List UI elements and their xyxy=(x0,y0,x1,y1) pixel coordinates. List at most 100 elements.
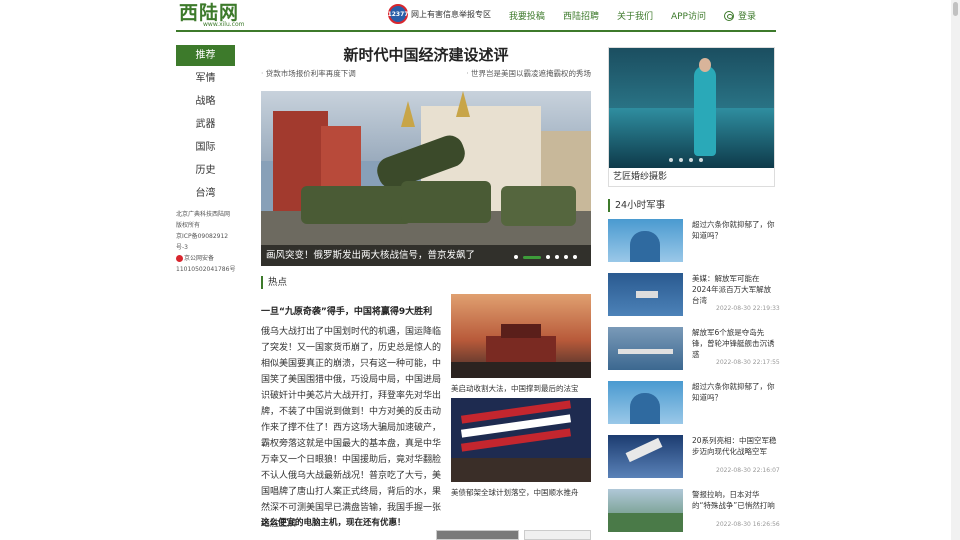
gate-roof-shape xyxy=(501,324,541,338)
right-column: 艺匠婚纱摄影 24小时军事 超过六条你就抑郁了，你知道吗？ 美媒：解放军可能在2… xyxy=(608,47,780,540)
login-label: 登录 xyxy=(737,12,756,22)
hero-image-vehicle xyxy=(501,186,576,226)
nav-app[interactable]: APP访问 xyxy=(671,9,706,22)
ship-shape xyxy=(636,291,658,298)
ground-shape xyxy=(451,362,591,378)
hero-image-spire xyxy=(456,91,470,117)
category-military[interactable]: 军情 xyxy=(176,68,235,89)
news-thumb xyxy=(608,489,683,532)
police-record-text: 京公网安备11010502041786号 xyxy=(176,255,236,273)
thumb-caption-1: 美启动收割大法，中国撑到最后的法宝 xyxy=(451,384,579,393)
hot-section-title: 热点 xyxy=(261,276,591,289)
slider-dot-active[interactable] xyxy=(523,255,541,259)
land-shape xyxy=(608,513,683,532)
news-title: 解放军6个旅是夺岛先锋，曾轮冲锋艇舰击沉诱惑 xyxy=(692,328,775,359)
ad-banner-caption: 艺匠婚纱摄影 xyxy=(613,172,668,182)
sublink-2[interactable]: 世界岂是美国以霸凌遮掩霸权的秀场 xyxy=(466,68,591,79)
copyright-info: 北京广典科技西陆网 版权所有 京ICP备09082912号-3 京公网安备110… xyxy=(176,209,236,275)
news-item[interactable]: 警报拉响，日本对华的“特殊战争”已悄然打响 2022-08-30 16:26:5… xyxy=(608,489,780,540)
category-strategy[interactable]: 战略 xyxy=(176,91,235,112)
slider-dot[interactable] xyxy=(546,255,550,259)
military-news-title: 24小时军事 xyxy=(608,199,775,212)
news-title: 20系列亮相：中国空军稳步迈向现代化战略空军 xyxy=(692,436,777,456)
news-thumb xyxy=(608,435,683,478)
logo-text: 西陆网 xyxy=(179,2,240,24)
article-body[interactable]: 俄乌大战打出了中国划时代的机遇，国运降临了突发！又一国家货币崩了，历史总是惊人的… xyxy=(261,324,443,532)
headline-sublinks: 贷款市场报价利率再度下调 世界岂是美国以霸凌遮掩霸权的秀场 xyxy=(261,68,591,79)
gate-shape xyxy=(486,336,556,362)
hero-image-vehicle xyxy=(401,181,491,223)
site-logo[interactable]: 西陆网 www.xilu.com xyxy=(179,2,245,28)
news-item[interactable]: 美媒：解放军可能在2024年派百万大军解放台湾 2022-08-30 22:19… xyxy=(608,273,780,327)
slider-dot[interactable] xyxy=(564,255,568,259)
article-ad-link[interactable]: 这么便宜的电脑主机，现在还有优惠！ xyxy=(261,516,406,528)
ad-banner-image xyxy=(609,48,774,168)
news-time: 2022-08-30 22:19:33 xyxy=(716,305,780,312)
headline-title[interactable]: 新时代中国经济建设述评 xyxy=(261,45,591,65)
banner-dot[interactable] xyxy=(669,158,673,162)
article-headline[interactable]: 一旦“九原奇袭”得手，中国将赢得9大胜利 xyxy=(261,304,432,317)
more-thumb-2[interactable] xyxy=(524,530,591,540)
hero-slider[interactable]: 画风突变！俄罗斯发出两大核战信号，普京发飙了 xyxy=(261,91,591,266)
site-header: 西陆网 www.xilu.com 12377 网上有害信息举报专区 我要投稿 西… xyxy=(176,0,776,32)
banner-dots xyxy=(669,158,709,162)
login-link[interactable]: 登录 xyxy=(723,9,756,22)
more-thumb-1[interactable] xyxy=(436,530,519,540)
scrollbar-thumb[interactable] xyxy=(953,2,958,16)
news-thumb xyxy=(608,327,683,370)
slider-dot[interactable] xyxy=(555,255,559,259)
news-title: 美媒：解放军可能在2024年派百万大军解放台湾 xyxy=(692,274,772,305)
nav-about[interactable]: 关于我们 xyxy=(617,9,653,22)
banner-dot[interactable] xyxy=(689,158,693,162)
jet-shape xyxy=(625,437,663,463)
report-badge-icon: 12377 xyxy=(388,4,408,24)
news-time: 2022-08-30 22:16:07 xyxy=(716,467,780,474)
ship-shape xyxy=(618,349,673,354)
figure-head-shape xyxy=(699,58,711,72)
thumb-card-1[interactable]: 美启动收割大法，中国撑到最后的法宝 xyxy=(451,294,591,394)
news-item[interactable]: 20系列亮相：中国空军稳步迈向现代化战略空军 2022-08-30 22:16:… xyxy=(608,435,780,489)
page-scrollbar[interactable] xyxy=(951,0,960,540)
news-thumb xyxy=(608,219,683,262)
logo-subtext: www.xilu.com xyxy=(203,21,245,28)
crowd-shape xyxy=(451,458,591,482)
ad-banner[interactable]: 艺匠婚纱摄影 xyxy=(608,47,775,187)
category-nav: 推荐 军情 战略 武器 国际 历史 台湾 xyxy=(176,45,235,206)
slider-dot[interactable] xyxy=(573,255,577,259)
slider-dot[interactable] xyxy=(514,255,518,259)
nav-submit[interactable]: 我要投稿 xyxy=(509,9,545,22)
report-zone-text: 网上有害信息举报专区 xyxy=(411,9,491,19)
news-time: 2022-08-30 22:17:55 xyxy=(716,359,780,366)
thumb-caption-2: 美债郁架全球计划落空，中国顺水推舟 xyxy=(451,488,579,497)
news-time: 2022-08-30 16:26:56 xyxy=(716,521,780,528)
banner-dot[interactable] xyxy=(699,158,703,162)
category-international[interactable]: 国际 xyxy=(176,137,235,158)
main-content: 新时代中国经济建设述评 贷款市场报价利率再度下调 世界岂是美国以霸凌遮掩霸权的秀… xyxy=(261,45,591,540)
figure-dress-shape xyxy=(694,66,716,156)
news-item[interactable]: 超过六条你就抑郁了，你知道吗？ xyxy=(608,219,775,273)
banner-dot[interactable] xyxy=(679,158,683,162)
police-badge-icon xyxy=(176,255,183,262)
top-nav: 我要投稿 西陆招聘 关于我们 APP访问 登录 xyxy=(491,9,756,22)
news-thumb xyxy=(608,381,683,424)
sublink-1[interactable]: 贷款市场报价利率再度下调 xyxy=(261,68,356,79)
report-zone-link[interactable]: 12377 网上有害信息举报专区 xyxy=(388,4,491,24)
icp-text: 京ICP备09082912号-3 xyxy=(176,233,229,251)
category-history[interactable]: 历史 xyxy=(176,160,235,181)
hero-image-spire xyxy=(401,101,415,127)
person-shape xyxy=(630,393,660,424)
military-news-list: 超过六条你就抑郁了，你知道吗？ 美媒：解放军可能在2024年派百万大军解放台湾 … xyxy=(608,219,780,540)
hot-article: 一旦“九原奇袭”得手，中国将赢得9大胜利 俄乌大战打出了中国划时代的机遇，国运降… xyxy=(261,294,591,540)
news-thumb xyxy=(608,273,683,316)
hero-slider-dots xyxy=(509,255,577,259)
news-item[interactable]: 解放军6个旅是夺岛先锋，曾轮冲锋艇舰击沉诱惑 2022-08-30 22:17:… xyxy=(608,327,780,381)
nav-jobs[interactable]: 西陆招聘 xyxy=(563,9,599,22)
category-recommend[interactable]: 推荐 xyxy=(176,45,235,66)
news-title: 超过六条你就抑郁了，你知道吗？ xyxy=(692,220,775,240)
copyright-text: 北京广典科技西陆网 版权所有 xyxy=(176,211,231,229)
category-weapons[interactable]: 武器 xyxy=(176,114,235,135)
news-item[interactable]: 超过六条你就抑郁了，你知道吗？ xyxy=(608,381,775,435)
category-taiwan[interactable]: 台湾 xyxy=(176,183,235,204)
person-shape xyxy=(630,231,660,262)
thumb-card-2[interactable]: 美债郁架全球计划落空，中国顺水推舟 xyxy=(451,398,591,498)
